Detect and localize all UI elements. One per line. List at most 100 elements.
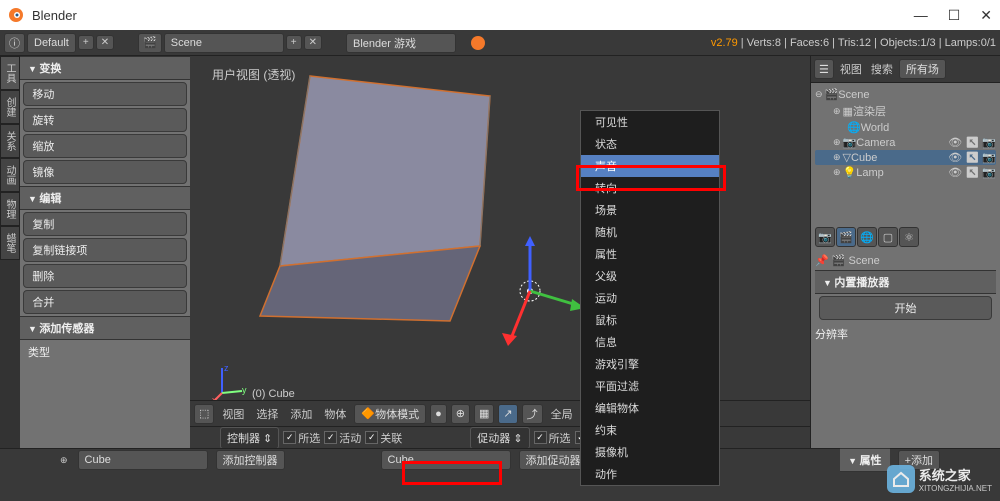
controller-dropdown[interactable]: 控制器 ⇕ (220, 427, 279, 449)
sel-checkbox-1[interactable]: ✓所选 (283, 430, 320, 446)
add-controller-button[interactable]: 添加控制器 (216, 450, 285, 470)
scale-button[interactable]: 缩放 (23, 134, 186, 158)
pivot-icon[interactable]: ⊕ (451, 404, 470, 424)
actuator-dropdown[interactable]: 促动器 ⇕ (470, 427, 529, 449)
scene-remove-button[interactable]: ✕ (304, 35, 322, 50)
tree-lamp: ⊕💡 Lamp👁 ↖ 📷 (815, 165, 996, 180)
ctx-game[interactable]: 游戏引擎 (581, 353, 719, 375)
layout-add-button[interactable]: + (78, 35, 94, 50)
manipulator-icon[interactable]: ↗ (498, 404, 517, 424)
prop-tab-physics[interactable]: ⚛ (899, 227, 919, 247)
blender-icon (8, 7, 24, 23)
tab-tools[interactable]: 工具 (0, 56, 20, 90)
tool-panel: 变换 移动 旋转 缩放 镜像 编辑 复制 复制链接项 删除 合并 添加传感器 类… (20, 56, 190, 448)
engine-dropdown[interactable]: Blender 游戏 (346, 33, 456, 53)
scene-add-button[interactable]: + (286, 35, 302, 50)
tree-world: 🌐 World (815, 120, 996, 135)
editor-type-icon[interactable]: ⓘ (4, 33, 25, 53)
rotate-button[interactable]: 旋转 (23, 108, 186, 132)
act-checkbox-1[interactable]: ✓活动 (324, 430, 361, 446)
right-column: ☰ 视图 搜索 所有场 ⊖🎬 Scene ⊕▦ 渲染层 🌐 World ⊕📷 C… (810, 56, 1000, 448)
properties-panel: 📷 🎬 🌐 ▢ ⚛ 📌 🎬 Scene 内置播放器 开始 分辨率 (811, 223, 1000, 448)
close-button[interactable]: ✕ (980, 7, 992, 24)
object-menu[interactable]: 物体 (320, 406, 350, 422)
ctx-mouse[interactable]: 鼠标 (581, 309, 719, 331)
watermark: 系统之家 XITONGZHIJIA.NET (887, 465, 992, 493)
delete-button[interactable]: 删除 (23, 264, 186, 288)
link-checkbox[interactable]: ✓关联 (365, 430, 402, 446)
editor-type-3d-icon[interactable]: ⬚ (194, 404, 214, 424)
tree-render-layers: ⊕▦ 渲染层 (815, 102, 996, 120)
edit-panel-header[interactable]: 编辑 (20, 186, 190, 210)
scene-dropdown[interactable]: Scene (164, 33, 284, 53)
sel-checkbox-2[interactable]: ✓所选 (534, 430, 571, 446)
duplicate-button[interactable]: 复制 (23, 212, 186, 236)
prop-tab-render[interactable]: 📷 (815, 227, 835, 247)
axis-gizmo: z y x (212, 363, 252, 403)
add-menu[interactable]: 添加 (286, 406, 316, 422)
tree-cube: ⊕▽ Cube👁 ↖ 📷 (815, 150, 996, 165)
mirror-button[interactable]: 镜像 (23, 160, 186, 184)
tree-scene: ⊖🎬 Scene (815, 87, 996, 102)
mode-dropdown[interactable]: 🔶 物体模式 (354, 404, 426, 424)
info-header: ⓘ Default + ✕ 🎬 Scene + ✕ Blender 游戏 v2.… (0, 30, 1000, 56)
select-menu[interactable]: 选择 (252, 406, 282, 422)
player-panel-header[interactable]: 内置播放器 (815, 270, 996, 294)
tab-relations[interactable]: 关系 (0, 124, 20, 158)
ctx-random[interactable]: 随机 (581, 221, 719, 243)
ctx-camera[interactable]: 摄像机 (581, 441, 719, 463)
prop-tab-scene[interactable]: 🎬 (836, 227, 856, 247)
ctx-visibility[interactable]: 可见性 (581, 111, 719, 133)
ctx-scene[interactable]: 场景 (581, 199, 719, 221)
prop-tab-object[interactable]: ▢ (878, 227, 898, 247)
tab-physics[interactable]: 物理 (0, 192, 20, 226)
add-sensor-header[interactable]: 添加传感器 (20, 316, 190, 340)
ctx-message[interactable]: 信息 (581, 331, 719, 353)
highlight-sound (576, 165, 726, 191)
shading-solid-icon[interactable]: ● (430, 404, 447, 424)
transform-panel-header[interactable]: 变换 (20, 56, 190, 80)
ctx-editobject[interactable]: 编辑物体 (581, 397, 719, 419)
view-menu[interactable]: 视图 (218, 406, 248, 422)
curve-icon[interactable]: ⤴ (522, 404, 543, 424)
ctx-property[interactable]: 属性 (581, 243, 719, 265)
outliner-icon[interactable]: ☰ (814, 59, 834, 79)
manipulator-gizmo[interactable] (470, 231, 590, 351)
watermark-icon (887, 465, 915, 493)
ctx-motion[interactable]: 运动 (581, 287, 719, 309)
scene-crumb[interactable]: Scene (849, 255, 880, 267)
ctx-parent[interactable]: 父级 (581, 265, 719, 287)
tab-create[interactable]: 创建 (0, 90, 20, 124)
app-name: Blender (32, 8, 77, 23)
layout-remove-button[interactable]: ✕ (96, 35, 114, 50)
outliner-tree[interactable]: ⊖🎬 Scene ⊕▦ 渲染层 🌐 World ⊕📷 Camera👁 ↖ 📷 ⊕… (811, 83, 1000, 223)
tab-grease[interactable]: 蜡笔 (0, 226, 20, 260)
minimize-button[interactable]: — (914, 7, 928, 24)
tab-animation[interactable]: 动画 (0, 158, 20, 192)
resolution-label: 分辨率 (815, 322, 996, 346)
layers-icon[interactable]: ▦ (474, 404, 494, 424)
attrs-header[interactable]: 属性 (840, 448, 889, 472)
orientation-label[interactable]: 全局 (547, 406, 577, 422)
outliner-filter-dropdown[interactable]: 所有场 (899, 59, 946, 79)
translate-button[interactable]: 移动 (23, 82, 186, 106)
start-button[interactable]: 开始 (819, 296, 993, 320)
outliner-search-menu[interactable]: 搜索 (868, 61, 896, 77)
object-label: (0) Cube (252, 388, 295, 400)
ctx-state[interactable]: 状态 (581, 133, 719, 155)
stats-text: v2.79 | Verts:8 | Faces:6 | Tris:12 | Ob… (711, 37, 996, 49)
prop-tab-world[interactable]: 🌐 (857, 227, 877, 247)
layout-dropdown[interactable]: Default (27, 33, 76, 53)
join-button[interactable]: 合并 (23, 290, 186, 314)
scene-icon[interactable]: 🎬 (138, 33, 162, 53)
ctx-filter2d[interactable]: 平面过滤 (581, 375, 719, 397)
blender-logo-icon (470, 35, 486, 51)
duplicate-linked-button[interactable]: 复制链接项 (23, 238, 186, 262)
add-actuator-button[interactable]: 添加促动器 (519, 450, 588, 470)
maximize-button[interactable]: ☐ (948, 7, 961, 24)
cube-controller[interactable]: Cube (78, 450, 208, 470)
ctx-constraint[interactable]: 约束 (581, 419, 719, 441)
ctx-action[interactable]: 动作 (581, 463, 719, 485)
tree-camera: ⊕📷 Camera👁 ↖ 📷 (815, 135, 996, 150)
outliner-view-menu[interactable]: 视图 (837, 61, 865, 77)
